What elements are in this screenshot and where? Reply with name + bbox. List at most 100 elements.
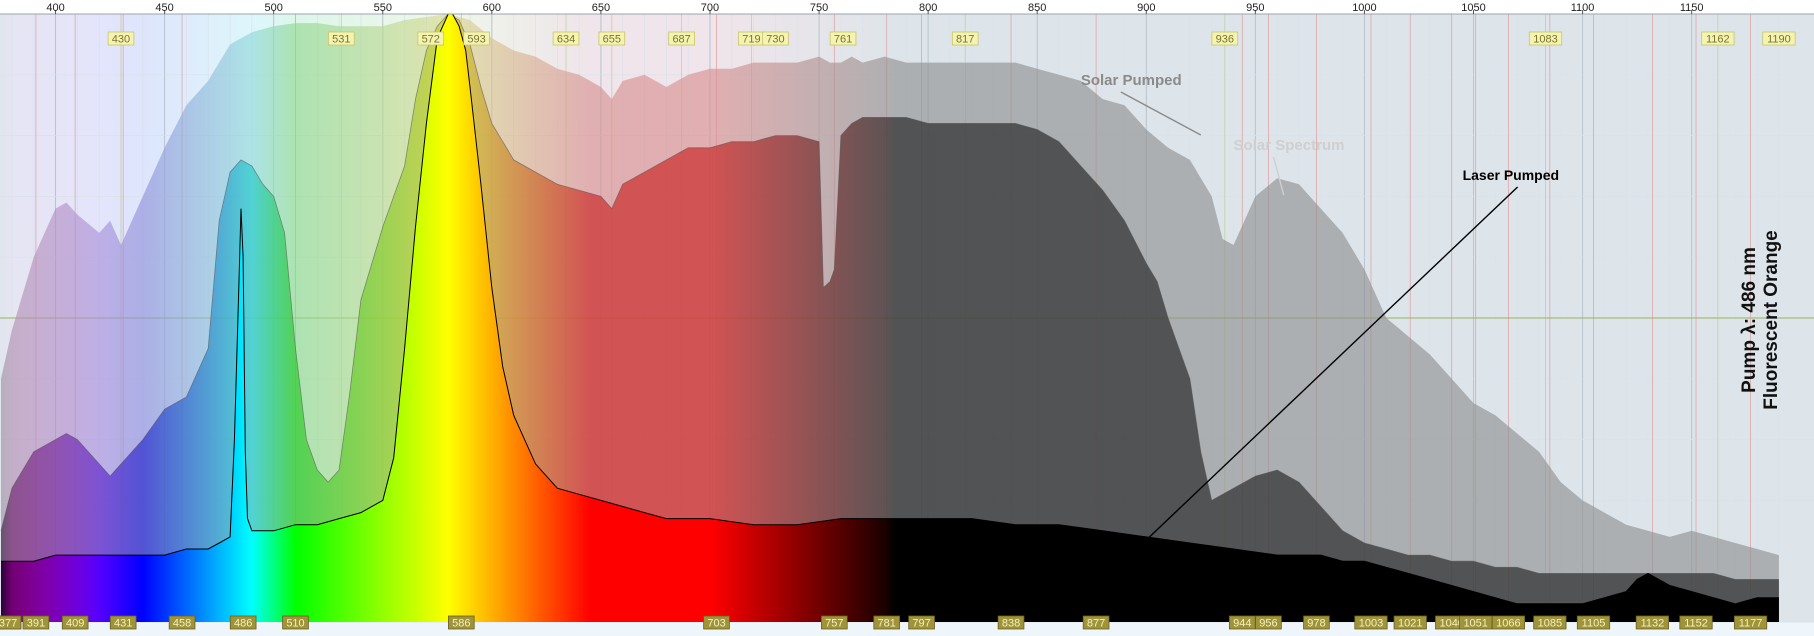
bottom-peak-label-text: 431 bbox=[114, 618, 132, 630]
annotation-label: Solar Pumped bbox=[1081, 72, 1182, 89]
x-tick-label: 1150 bbox=[1680, 2, 1704, 14]
top-peak-label-text: 730 bbox=[766, 34, 784, 46]
bottom-peak-label-text: 944 bbox=[1233, 618, 1251, 630]
top-peak-label-text: 1190 bbox=[1767, 34, 1791, 46]
bottom-peak-label: 757 bbox=[821, 615, 848, 630]
top-peak-label: 572 bbox=[417, 31, 445, 46]
bottom-peak-label-text: 757 bbox=[825, 618, 843, 630]
bottom-peak-label: 510 bbox=[282, 615, 309, 630]
top-peak-label: 1190 bbox=[1762, 31, 1796, 46]
bottom-peak-label: 377 bbox=[0, 615, 22, 630]
bottom-peak-label-text: 486 bbox=[234, 618, 252, 630]
bottom-peak-label-text: 956 bbox=[1259, 618, 1277, 630]
top-peak-label: 687 bbox=[668, 31, 695, 46]
bottom-peak-label-text: 703 bbox=[707, 618, 725, 630]
bottom-peak-label-text: 838 bbox=[1002, 618, 1020, 630]
side-label-group: Pump λ: 486 nm Fluorescent Orange bbox=[1739, 230, 1782, 410]
top-peak-label: 593 bbox=[463, 31, 490, 46]
top-peak-label-text: 761 bbox=[834, 34, 852, 46]
bottom-peak-label-text: 1021 bbox=[1398, 618, 1422, 630]
x-tick-label: 900 bbox=[1137, 2, 1155, 14]
top-peak-label: 430 bbox=[107, 31, 135, 46]
bottom-peak-label: 1066 bbox=[1491, 615, 1526, 630]
top-peak-label-text: 655 bbox=[603, 34, 621, 46]
bottom-peak-label: 877 bbox=[1082, 615, 1110, 630]
top-peak-label: 1083 bbox=[1528, 31, 1563, 46]
bottom-peak-label-text: 1085 bbox=[1538, 618, 1562, 630]
x-tick-label: 400 bbox=[46, 2, 64, 14]
spectrum-chart: 400 450 500 550 600 650 700 750 800 850 900 950 1000… bbox=[0, 0, 1814, 636]
bottom-peak-label: 703 bbox=[703, 615, 730, 630]
x-tick-label: 700 bbox=[701, 2, 719, 14]
bottom-peak-label-text: 1051 bbox=[1463, 618, 1487, 630]
chart-container: 400 450 500 550 600 650 700 750 800 850 900 950 1000… bbox=[0, 0, 1814, 636]
top-peak-label-text: 593 bbox=[467, 34, 485, 46]
top-peak-label: 531 bbox=[328, 31, 355, 46]
bottom-peak-label-text: 510 bbox=[286, 618, 304, 630]
bottom-peak-label: 1003 bbox=[1354, 615, 1388, 630]
top-peak-label-text: 817 bbox=[956, 34, 974, 46]
bottom-peak-label-text: 409 bbox=[66, 618, 84, 630]
x-axis-top: 400 450 500 550 600 650 700 750 800 850 900 950 1000… bbox=[0, 0, 1814, 15]
bottom-peak-label: 1152 bbox=[1679, 615, 1713, 630]
bottom-peak-label: 1177 bbox=[1733, 615, 1768, 630]
bottom-peak-label-text: 1003 bbox=[1359, 618, 1383, 630]
bottom-peak-label: 1051 bbox=[1459, 615, 1493, 630]
top-peak-label: 1162 bbox=[1701, 31, 1735, 46]
annotation-label: Laser Pumped bbox=[1463, 167, 1559, 183]
bottom-peak-label: 431 bbox=[109, 615, 137, 630]
top-peak-label-text: 1162 bbox=[1706, 34, 1730, 46]
x-tick-label: 500 bbox=[265, 2, 283, 14]
bottom-peak-label: 797 bbox=[908, 615, 935, 630]
bottom-peak-label: 781 bbox=[873, 615, 900, 630]
bottom-peak-label-text: 1152 bbox=[1684, 618, 1708, 630]
top-peak-label: 761 bbox=[829, 31, 857, 46]
side-label-line2: Fluorescent Orange bbox=[1761, 230, 1782, 410]
x-tick-label: 550 bbox=[374, 2, 392, 14]
x-tick-label: 1050 bbox=[1461, 2, 1485, 14]
bottom-peak-label-text: 458 bbox=[173, 618, 191, 630]
x-tick-label: 950 bbox=[1246, 2, 1264, 14]
bottom-peak-label-text: 877 bbox=[1087, 618, 1105, 630]
bottom-peak-label-text: 377 bbox=[0, 618, 17, 630]
side-label-line1: Pump λ: 486 nm bbox=[1739, 247, 1760, 393]
top-peak-label-text: 687 bbox=[672, 34, 690, 46]
bottom-peak-label: 1132 bbox=[1635, 615, 1669, 630]
bottom-peak-label-text: 978 bbox=[1307, 618, 1325, 630]
bottom-peak-label: 1085 bbox=[1533, 615, 1567, 630]
annotation-label: Solar Spectrum bbox=[1234, 137, 1345, 154]
bottom-peak-label-text: 781 bbox=[878, 618, 896, 630]
top-peak-label-text: 531 bbox=[332, 34, 350, 46]
top-peak-label-text: 936 bbox=[1216, 34, 1234, 46]
bottom-peak-label: 586 bbox=[447, 615, 475, 630]
bottom-peak-label: 1021 bbox=[1393, 615, 1427, 630]
bottom-peak-label: 944 bbox=[1228, 615, 1256, 630]
bottom-peak-label-text: 391 bbox=[27, 618, 45, 630]
x-tick-label: 750 bbox=[810, 2, 828, 14]
top-peak-label: 655 bbox=[598, 31, 626, 46]
top-peak-label: 730 bbox=[762, 31, 789, 46]
x-tick-label: 1000 bbox=[1352, 2, 1376, 14]
x-tick-label: 850 bbox=[1028, 2, 1046, 14]
top-peak-label-text: 719 bbox=[742, 34, 760, 46]
x-tick-label: 450 bbox=[155, 2, 173, 14]
x-tick-label: 650 bbox=[592, 2, 610, 14]
bottom-peak-label: 391 bbox=[22, 615, 50, 630]
side-label: Pump λ: 486 nm Fluorescent Orange bbox=[1739, 230, 1782, 410]
bottom-peak-label-text: 1132 bbox=[1641, 618, 1665, 630]
bottom-peak-label: 956 bbox=[1255, 615, 1282, 630]
bottom-peak-label: 1105 bbox=[1576, 615, 1611, 630]
bottom-peak-label: 458 bbox=[168, 615, 196, 630]
top-peak-label: 936 bbox=[1211, 31, 1239, 46]
x-tick-label: 600 bbox=[483, 2, 501, 14]
x-tick-label: 1100 bbox=[1571, 2, 1595, 14]
top-peak-label-text: 1083 bbox=[1533, 34, 1557, 46]
bottom-peak-label-text: 1066 bbox=[1496, 618, 1520, 630]
top-peak-label: 817 bbox=[951, 31, 979, 46]
bottom-peak-label-text: 797 bbox=[912, 618, 930, 630]
bottom-peak-label-text: 1105 bbox=[1582, 618, 1606, 630]
top-peak-label: 634 bbox=[552, 31, 580, 46]
x-tick-label: 800 bbox=[919, 2, 937, 14]
top-peak-label-text: 572 bbox=[422, 34, 440, 46]
bottom-peak-label-text: 1177 bbox=[1739, 618, 1763, 630]
